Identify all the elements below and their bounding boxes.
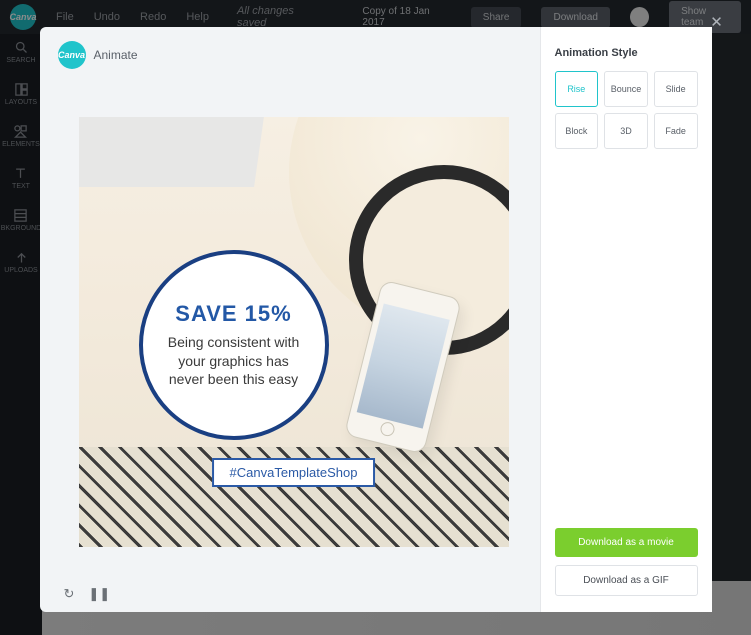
animation-style-grid: Rise Bounce Slide Block 3D Fade — [555, 71, 698, 149]
hashtag-label: #CanvaTemplateShop — [212, 458, 376, 487]
style-rise[interactable]: Rise — [555, 71, 599, 107]
animation-style-heading: Animation Style — [555, 47, 698, 59]
preview-controls: ↻ ❚❚ — [58, 576, 530, 602]
badge-headline: SAVE 15% — [175, 301, 291, 327]
close-button[interactable]: ✕ — [708, 13, 726, 31]
badge-subtext: Being consistent with your graphics has … — [161, 333, 307, 390]
style-fade[interactable]: Fade — [654, 113, 698, 149]
animation-panel: Animation Style Rise Bounce Slide Block … — [540, 27, 712, 612]
replay-button[interactable]: ↻ — [64, 586, 75, 602]
preview-header: Canva Animate — [58, 41, 530, 69]
canva-logo-icon: Canva — [58, 41, 86, 69]
pause-button[interactable]: ❚❚ — [88, 586, 110, 602]
circle-badge: SAVE 15% Being consistent with your grap… — [139, 250, 329, 440]
animate-modal: ✕ Canva Animate SAVE 15% Being consisten… — [40, 27, 712, 612]
modal-title: Animate — [94, 48, 138, 62]
design-canvas[interactable]: SAVE 15% Being consistent with your grap… — [79, 117, 509, 547]
canvas-wrap: SAVE 15% Being consistent with your grap… — [58, 87, 530, 576]
laptop-graphic — [79, 117, 264, 187]
style-slide[interactable]: Slide — [654, 71, 698, 107]
replay-icon: ↻ — [64, 586, 75, 601]
style-block[interactable]: Block — [555, 113, 599, 149]
close-icon: ✕ — [710, 13, 723, 31]
style-3d[interactable]: 3D — [604, 113, 648, 149]
style-bounce[interactable]: Bounce — [604, 71, 648, 107]
preview-panel: Canva Animate SAVE 15% Being consistent … — [40, 27, 540, 612]
pause-icon: ❚❚ — [88, 586, 110, 601]
modal-overlay: ✕ Canva Animate SAVE 15% Being consisten… — [0, 0, 751, 635]
download-movie-button[interactable]: Download as a movie — [555, 528, 698, 557]
download-gif-button[interactable]: Download as a GIF — [555, 565, 698, 596]
